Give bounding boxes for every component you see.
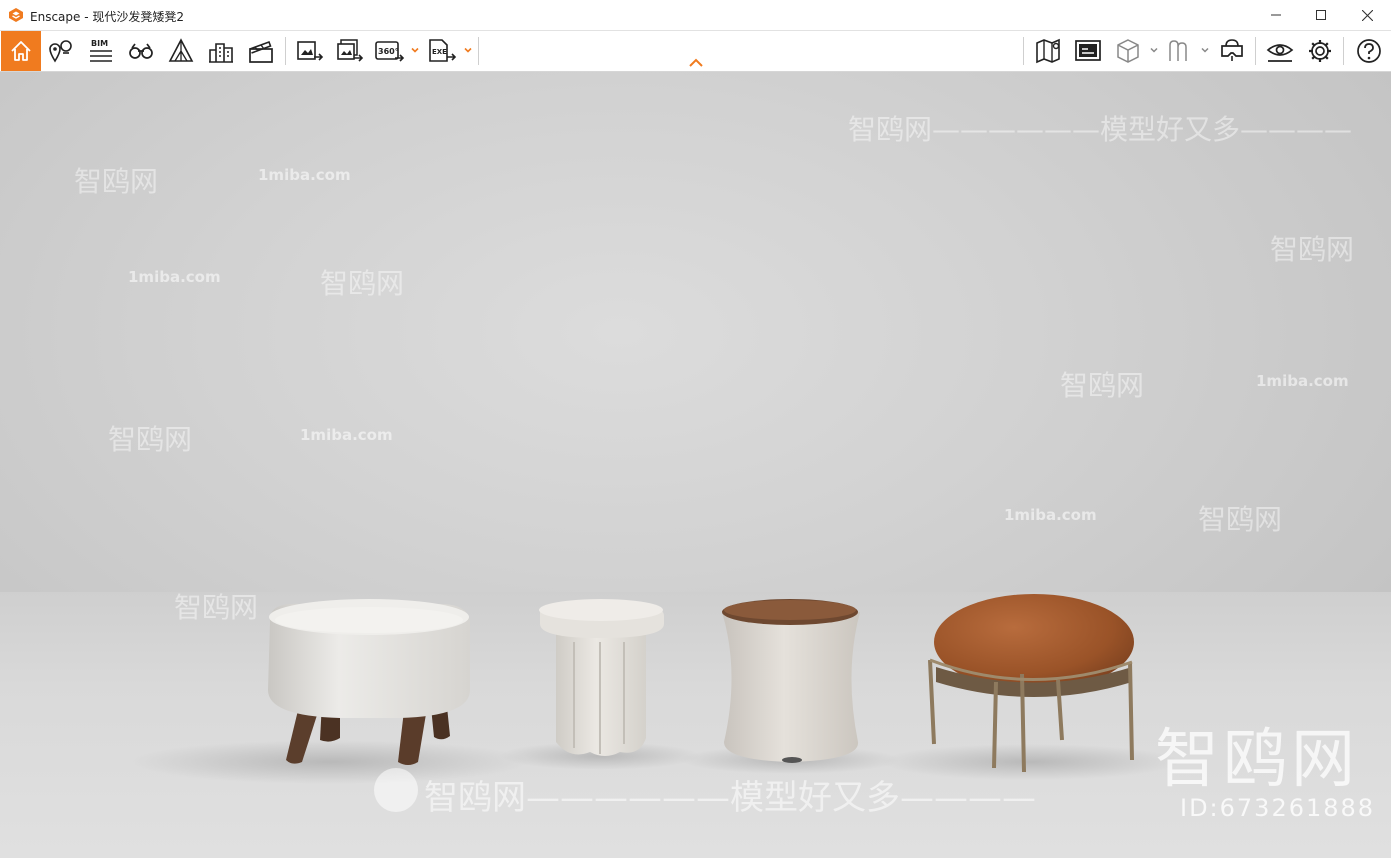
enscape-logo-icon bbox=[9, 8, 23, 22]
help-button[interactable] bbox=[1352, 35, 1386, 67]
export-exe-button[interactable]: EXE bbox=[424, 35, 458, 67]
binoculars-icon bbox=[129, 43, 153, 59]
view-cube-button[interactable] bbox=[1111, 35, 1145, 67]
bim-button[interactable]: BIM bbox=[84, 35, 118, 67]
bim-icon: BIM bbox=[90, 39, 112, 62]
watermark-slogan: 智鸥网——————模型好又多———— bbox=[424, 778, 1036, 818]
watermark-logo-text: 智鸥网 bbox=[1155, 723, 1359, 797]
panorama-dropdown-caret[interactable] bbox=[410, 45, 420, 55]
walk-dropdown-caret[interactable] bbox=[1200, 45, 1210, 55]
batch-render-button[interactable] bbox=[332, 35, 366, 67]
clapper-icon bbox=[249, 40, 273, 63]
help-icon bbox=[1357, 39, 1381, 63]
visual-settings-button[interactable] bbox=[1263, 35, 1297, 67]
toolbar-separator bbox=[1023, 37, 1024, 65]
location-icon bbox=[49, 40, 72, 63]
buildings-icon bbox=[209, 43, 233, 63]
close-icon bbox=[1361, 9, 1373, 21]
home-icon bbox=[11, 41, 31, 61]
walk-mode-button[interactable] bbox=[1163, 35, 1197, 67]
view-dropdown-caret[interactable] bbox=[1149, 45, 1159, 55]
minimap-button[interactable] bbox=[1071, 35, 1105, 67]
render-image-button[interactable] bbox=[292, 35, 326, 67]
hourglass-stool bbox=[722, 599, 860, 763]
bim-label: BIM bbox=[91, 39, 108, 48]
home-button[interactable] bbox=[1, 31, 41, 71]
toolbar-separator bbox=[478, 37, 479, 65]
settings-button[interactable] bbox=[1303, 35, 1337, 67]
render-image-icon bbox=[297, 41, 324, 61]
panorama-button[interactable]: 360° bbox=[372, 35, 406, 67]
render-360-icon: 360° bbox=[375, 41, 405, 62]
walk-icon bbox=[1169, 40, 1187, 61]
settings-icon bbox=[1309, 40, 1331, 62]
title-bar: Enscape - 现代沙发凳矮凳2 bbox=[0, 0, 1391, 31]
video-editor-button[interactable] bbox=[244, 35, 278, 67]
binoculars-button[interactable] bbox=[124, 35, 158, 67]
render-viewport[interactable]: 智鸥网——————模型好又多———— 智鸥网 1miba.com 智鸥网 1mi… bbox=[0, 72, 1391, 858]
toolbar-separator bbox=[1343, 37, 1344, 65]
window-title: Enscape - 现代沙发凳矮凳2 bbox=[30, 10, 184, 24]
export-exe-icon: EXE bbox=[429, 39, 457, 62]
vr-headset-icon bbox=[1221, 39, 1243, 61]
white-round-stool bbox=[268, 599, 470, 765]
map-button[interactable] bbox=[1031, 35, 1065, 67]
watermark-logo-icon bbox=[374, 768, 418, 812]
enscape-toolbar: BIM 360° EXE bbox=[0, 31, 1391, 72]
batch-render-icon bbox=[337, 39, 364, 62]
collapse-toolbar-icon[interactable] bbox=[686, 57, 706, 69]
watermark-id: ID:673261888 bbox=[1180, 794, 1376, 822]
toolbar-separator bbox=[1255, 37, 1256, 65]
toolbar-separator bbox=[285, 37, 286, 65]
close-button[interactable] bbox=[1344, 0, 1390, 30]
buildings-button[interactable] bbox=[204, 35, 238, 67]
boucle-leg-stool bbox=[539, 599, 664, 756]
cube-icon bbox=[1117, 39, 1139, 63]
maximize-button[interactable] bbox=[1298, 0, 1344, 30]
map-icon bbox=[1036, 38, 1060, 64]
export-dropdown-caret[interactable] bbox=[463, 45, 473, 55]
maximize-icon bbox=[1316, 10, 1326, 20]
minimap-icon bbox=[1075, 40, 1101, 61]
location-button[interactable] bbox=[44, 35, 78, 67]
exe-label: EXE bbox=[432, 48, 447, 56]
visual-settings-icon bbox=[1266, 44, 1294, 62]
pano-label: 360° bbox=[378, 47, 399, 56]
minimize-button[interactable] bbox=[1253, 0, 1299, 30]
minimize-icon bbox=[1271, 14, 1281, 16]
vr-headset-button[interactable] bbox=[1215, 35, 1249, 67]
perspective-icon bbox=[168, 38, 194, 62]
perspective-button[interactable] bbox=[164, 35, 198, 67]
